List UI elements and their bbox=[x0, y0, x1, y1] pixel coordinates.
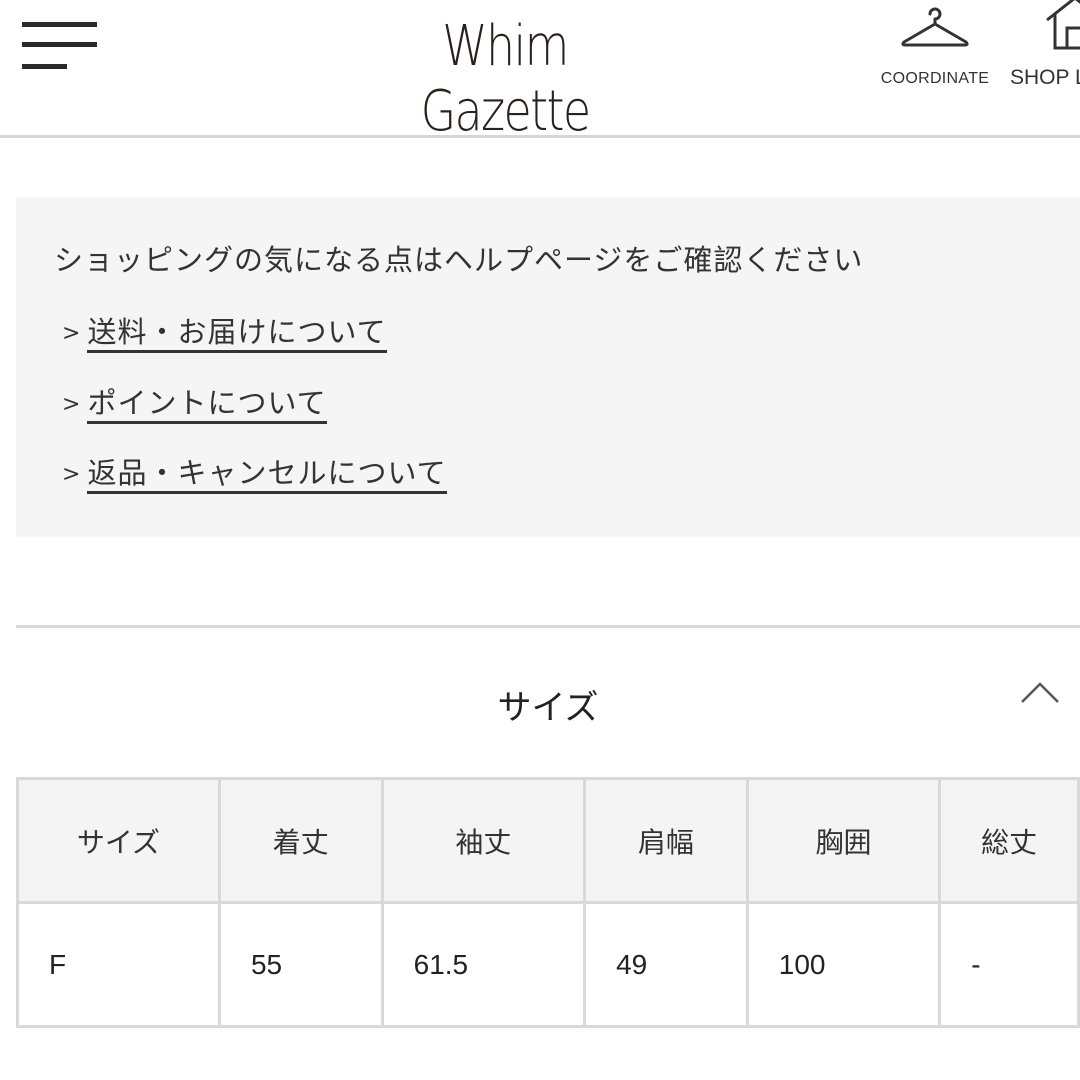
table-row: F 55 61.5 49 100 - bbox=[16, 901, 1080, 1028]
menu-line bbox=[22, 64, 67, 69]
cell-shoulder: 49 bbox=[583, 901, 749, 1028]
chevron-up-icon[interactable] bbox=[1020, 680, 1060, 706]
help-link-shipping: > 送料・お届けについて bbox=[62, 309, 387, 353]
hanger-icon bbox=[901, 7, 969, 47]
header-chest: 胸囲 bbox=[745, 777, 942, 904]
shopping-help-box: ショッピングの気になる点はヘルプページをご確認ください > 送料・お届けについて … bbox=[16, 197, 1080, 537]
size-table-header-row: サイズ 着丈 袖丈 肩幅 胸囲 総丈 bbox=[16, 777, 1080, 904]
house-icon bbox=[1046, 0, 1080, 50]
nav-coordinate[interactable]: COORDINATE bbox=[872, 0, 998, 88]
menu-line bbox=[22, 42, 97, 47]
header-size: サイズ bbox=[16, 777, 221, 904]
cell-length: 55 bbox=[217, 901, 384, 1028]
arrow-icon: > bbox=[62, 392, 82, 417]
site-header: Whim Gazette COORDINATE SHOP L bbox=[0, 0, 1080, 144]
hamburger-menu-icon[interactable] bbox=[22, 22, 98, 72]
menu-line bbox=[22, 22, 97, 27]
header-shoulder: 肩幅 bbox=[583, 777, 749, 904]
help-link-points: > ポイントについて bbox=[62, 380, 327, 424]
header-length: 着丈 bbox=[217, 777, 384, 904]
returns-link[interactable]: 返品・キャンセルについて bbox=[87, 456, 447, 494]
cell-chest: 100 bbox=[745, 901, 942, 1028]
header-sleeve: 袖丈 bbox=[380, 777, 587, 904]
cell-sleeve: 61.5 bbox=[380, 901, 587, 1028]
cell-total-length: - bbox=[938, 901, 1080, 1028]
points-link[interactable]: ポイントについて bbox=[87, 386, 327, 424]
size-table: サイズ 着丈 袖丈 肩幅 胸囲 総丈 F 55 61.5 49 100 - bbox=[16, 777, 1080, 1028]
nav-shop[interactable]: SHOP L bbox=[1005, 0, 1080, 90]
cell-size: F bbox=[16, 901, 221, 1028]
header-total-length: 総丈 bbox=[938, 777, 1080, 904]
shipping-link[interactable]: 送料・お届けについて bbox=[87, 315, 387, 353]
arrow-icon: > bbox=[62, 321, 82, 346]
arrow-icon: > bbox=[62, 462, 82, 487]
site-logo[interactable]: Whim Gazette bbox=[370, 14, 641, 144]
help-title: ショッピングの気になる点はヘルプページをご確認ください bbox=[54, 243, 864, 277]
nav-coordinate-label: COORDINATE bbox=[880, 70, 990, 87]
size-section-title: サイズ bbox=[497, 688, 599, 728]
help-link-returns: > 返品・キャンセルについて bbox=[62, 450, 447, 494]
nav-shop-label: SHOP L bbox=[1010, 66, 1080, 89]
size-accordion-header[interactable]: サイズ bbox=[16, 628, 1080, 776]
